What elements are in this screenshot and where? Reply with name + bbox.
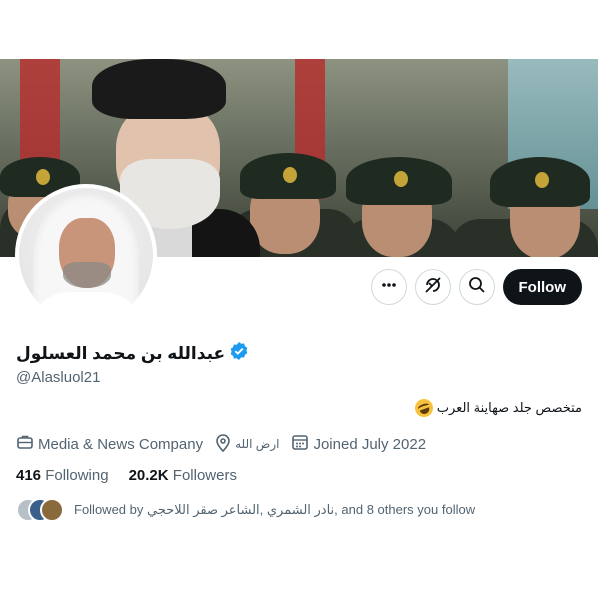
follow-stats: 416 Following 20.2K Followers [16,467,237,484]
followers-you-know-avatars [16,498,66,522]
location-pin-icon [215,433,231,455]
join-date-label: Joined July 2022 [313,435,427,453]
more-horizontal-icon [380,276,398,299]
avatar [40,498,64,522]
following-count: 416 [16,467,42,484]
followed-by-row[interactable]: Followed by نادر الشمري ,الشاعر صقر اللا… [16,498,475,522]
profile-actions: Follow [370,269,582,305]
more-button[interactable] [370,269,407,305]
banner-figure [92,59,226,119]
bio: متخصص جلد صهاينة العرب [412,396,582,420]
category: Media & News Company [16,433,203,455]
name-row: عبدالله بن محمد العسلول [16,341,249,366]
avatar-beard [63,262,111,288]
location-label: ارض الله [235,437,280,451]
banner-figure [490,157,590,207]
following-link[interactable]: 416 Following [16,467,109,484]
laughing-emoji-icon [412,396,436,420]
join-date: Joined July 2022 [291,433,426,455]
followers-count: 20.2K [128,467,169,484]
search-icon [468,276,486,299]
following-label: Following [45,467,109,484]
banner-figure [240,153,336,199]
calendar-icon [291,433,309,455]
location: ارض الله [215,433,280,455]
briefcase-icon [16,433,34,455]
subscribe-button[interactable] [414,269,451,305]
subscribe-slashed-icon [423,275,443,300]
followers-label: Followers [172,467,237,484]
followers-link[interactable]: 20.2K Followers [129,467,237,484]
category-label: Media & News Company [38,435,204,453]
user-handle: @Alasluol21 [16,369,101,386]
profile-meta: Media & News Company ارض الله Joined Jul… [16,433,426,455]
bio-text: متخصص جلد صهاينة العرب [436,400,582,415]
search-button[interactable] [458,269,495,305]
follow-button[interactable]: Follow [502,269,582,305]
verified-badge-icon[interactable] [229,341,249,366]
banner-figure [346,157,452,205]
display-name: عبدالله بن محمد العسلول [16,343,226,363]
followed-by-text: Followed by نادر الشمري ,الشاعر صقر اللا… [74,502,476,517]
profile-avatar[interactable] [15,184,157,326]
